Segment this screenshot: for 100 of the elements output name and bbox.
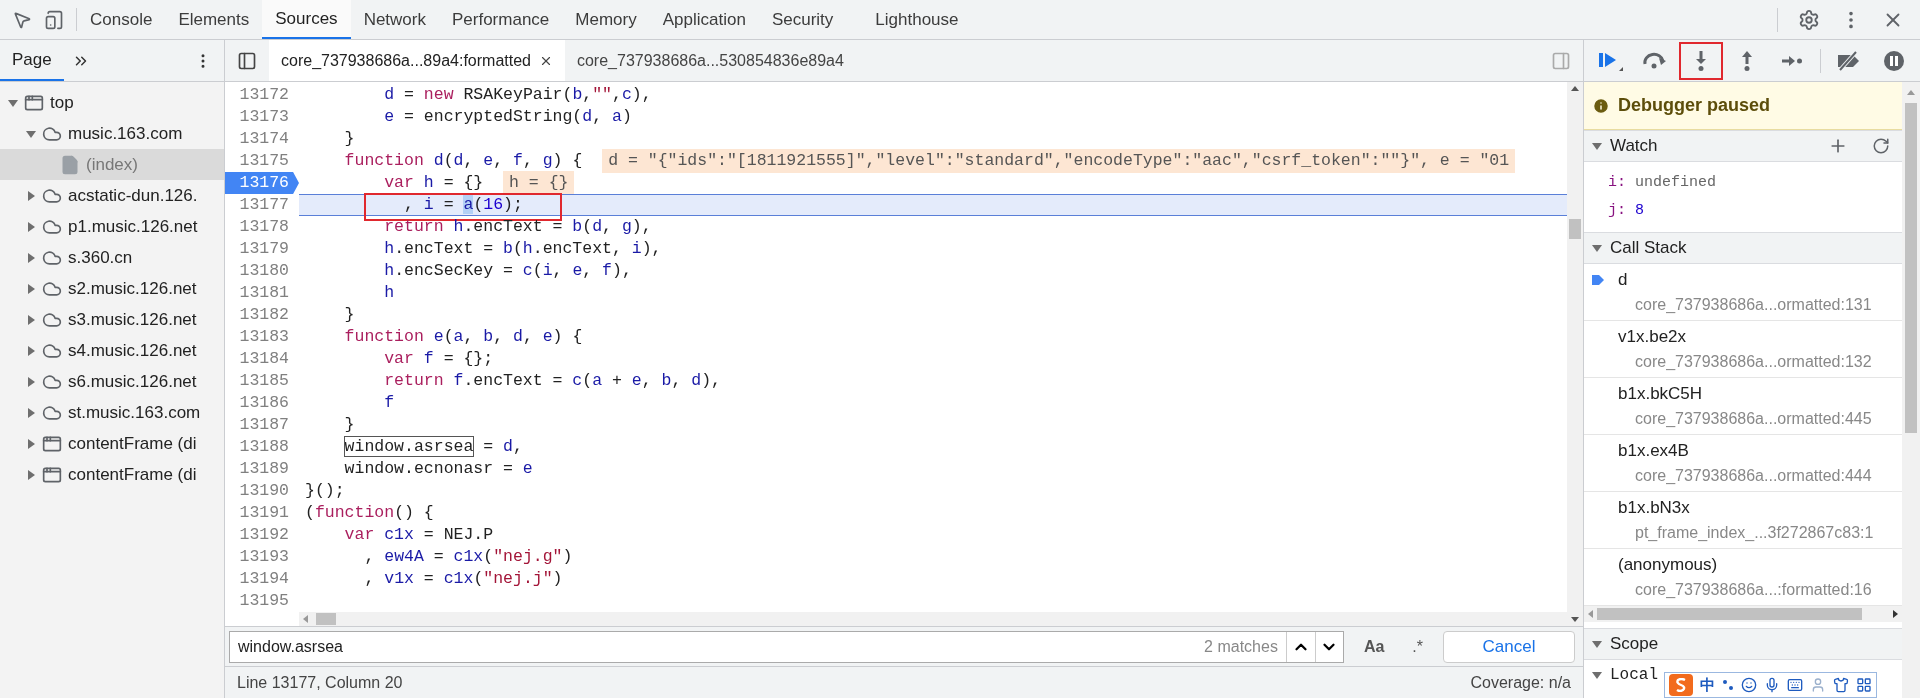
frame-name[interactable]: b1x.ex4B [1618,438,1902,464]
line-number[interactable]: 13192 [225,524,299,546]
frame-location[interactable]: pt_frame_index_...3f272867c83:1 [1618,520,1902,545]
refresh-icon[interactable] [1872,137,1890,155]
panel-tab[interactable]: Console [77,0,166,39]
frame-location[interactable]: core_737938686a...:formatted:16 [1618,577,1902,602]
frame-location[interactable]: core_737938686a...ormatted:132 [1618,349,1902,374]
panel-tab[interactable]: Lighthouse [862,0,972,39]
tree-item[interactable]: music.163.com [0,118,224,149]
watch-expression[interactable]: j: 8 [1608,200,1902,223]
vertical-scrollbar[interactable] [1902,82,1920,698]
toggle-debugger-icon[interactable] [1551,50,1571,71]
line-number[interactable]: 13191 [225,502,299,524]
toolbox-icon[interactable] [1856,677,1872,693]
expand-arrow-icon[interactable] [26,469,36,480]
cancel-button[interactable]: Cancel [1443,630,1575,663]
frame-name[interactable]: b1x.bkC5H [1618,381,1902,407]
tree-item[interactable]: p1.music.126.net [0,211,224,242]
expand-arrow-icon[interactable] [26,128,36,139]
expand-arrow-icon[interactable] [8,97,18,108]
frame-location[interactable]: core_737938686a...ormatted:445 [1618,406,1902,431]
panel-tab[interactable]: Elements [165,0,263,39]
expand-arrow-icon[interactable] [1592,243,1602,253]
expand-arrow-icon[interactable] [26,345,36,356]
expand-arrow-icon[interactable] [1592,141,1602,151]
section-title[interactable]: Call Stack [1610,235,1687,261]
vertical-scrollbar[interactable] [1567,82,1583,626]
search-field[interactable]: window.asrsea 2 matches [229,630,1344,663]
expand-arrow-icon[interactable] [26,407,36,418]
navigator-tab[interactable]: Page [0,40,64,81]
panel-tab[interactable]: Memory [562,0,650,39]
expand-arrow-icon[interactable] [26,221,36,232]
tree-item[interactable]: st.music.163.com [0,397,224,428]
line-number[interactable]: 13186 [225,392,299,414]
expand-arrow-icon[interactable] [26,252,36,263]
frame-name[interactable]: (anonymous) [1618,552,1902,578]
tree-item[interactable]: s2.music.126.net [0,273,224,304]
panel-tab[interactable]: Sources [262,0,351,39]
tree-item[interactable]: contentFrame (di [0,459,224,490]
microphone-icon[interactable] [1764,677,1780,693]
tree-item[interactable]: s6.music.126.net [0,366,224,397]
horizontal-scrollbar[interactable] [1584,606,1902,622]
line-number[interactable]: 13183 [225,326,299,348]
line-number[interactable]: 13184 [225,348,299,370]
expand-arrow-icon[interactable] [26,438,36,449]
horizontal-scrollbar[interactable] [299,612,1567,626]
line-number[interactable]: 13187 [225,414,299,436]
expand-arrow-icon[interactable] [1592,639,1602,649]
file-tab[interactable]: core_737938686a...89a4:formatted [269,40,565,81]
device-toolbar-icon[interactable] [44,9,64,30]
line-number[interactable]: 13178 [225,216,299,238]
line-number[interactable]: 13182 [225,304,299,326]
line-number[interactable]: 13181 [225,282,299,304]
section-title[interactable]: Scope [1610,631,1659,657]
skin-icon[interactable] [1833,677,1849,693]
line-number[interactable]: 13174 [225,128,299,150]
line-number[interactable]: 13180 [225,260,299,282]
tree-item[interactable]: acstatic-dun.126. [0,180,224,211]
toggle-navigator-icon[interactable] [237,50,257,71]
match-case-button[interactable]: Aa [1355,634,1393,659]
line-number[interactable]: 13193 [225,546,299,568]
expand-arrow-icon[interactable] [26,190,36,201]
line-number[interactable]: 13179 [225,238,299,260]
step-into-button[interactable] [1679,41,1723,80]
line-number[interactable]: 13190 [225,480,299,502]
expand-arrow-icon[interactable] [26,376,36,387]
expand-arrow-icon[interactable] [1592,670,1602,680]
tree-item[interactable]: s.360.cn [0,242,224,273]
line-number[interactable]: 13189 [225,458,299,480]
file-tab[interactable]: core_737938686a...530854836e89a4 [564,40,856,81]
panel-tab[interactable]: Network [350,0,439,39]
expand-arrow-icon[interactable] [26,314,36,325]
line-number[interactable]: 13176 [225,172,299,194]
line-number[interactable]: 13195 [225,590,299,612]
scope-label[interactable]: Local [1610,663,1658,687]
line-number[interactable]: 13175 [225,150,299,172]
watch-expression[interactable]: i: undefined [1608,171,1902,194]
section-title[interactable]: Watch [1610,133,1658,159]
keyboard-icon[interactable] [1787,677,1803,693]
expand-arrow-icon[interactable] [26,283,36,294]
tree-item[interactable]: s3.music.126.net [0,304,224,335]
line-number[interactable]: 13194 [225,568,299,590]
input-mode[interactable]: 中 [1700,673,1715,697]
frame-name[interactable]: v1x.be2x [1618,324,1902,350]
line-number[interactable]: 13188 [225,436,299,458]
tree-item[interactable]: contentFrame (di [0,428,224,459]
frame-location[interactable]: core_737938686a...ormatted:444 [1618,463,1902,488]
ime-logo-icon[interactable] [1669,674,1693,696]
frame-name[interactable]: d [1618,267,1902,293]
emoji-icon[interactable] [1741,677,1757,693]
panel-tab[interactable]: Security [758,0,847,39]
regex-button[interactable]: .* [1404,634,1431,659]
panel-tab[interactable]: Performance [439,0,563,39]
tree-item[interactable]: top [0,87,224,118]
line-number[interactable]: 13172 [225,84,299,106]
tree-item[interactable]: s4.music.126.net [0,335,224,366]
punctuation-icon[interactable] [1722,679,1734,691]
settings-icon[interactable] [1798,8,1820,31]
frame-name[interactable]: b1x.bN3x [1618,495,1902,521]
panel-tab[interactable]: Application [649,0,759,39]
